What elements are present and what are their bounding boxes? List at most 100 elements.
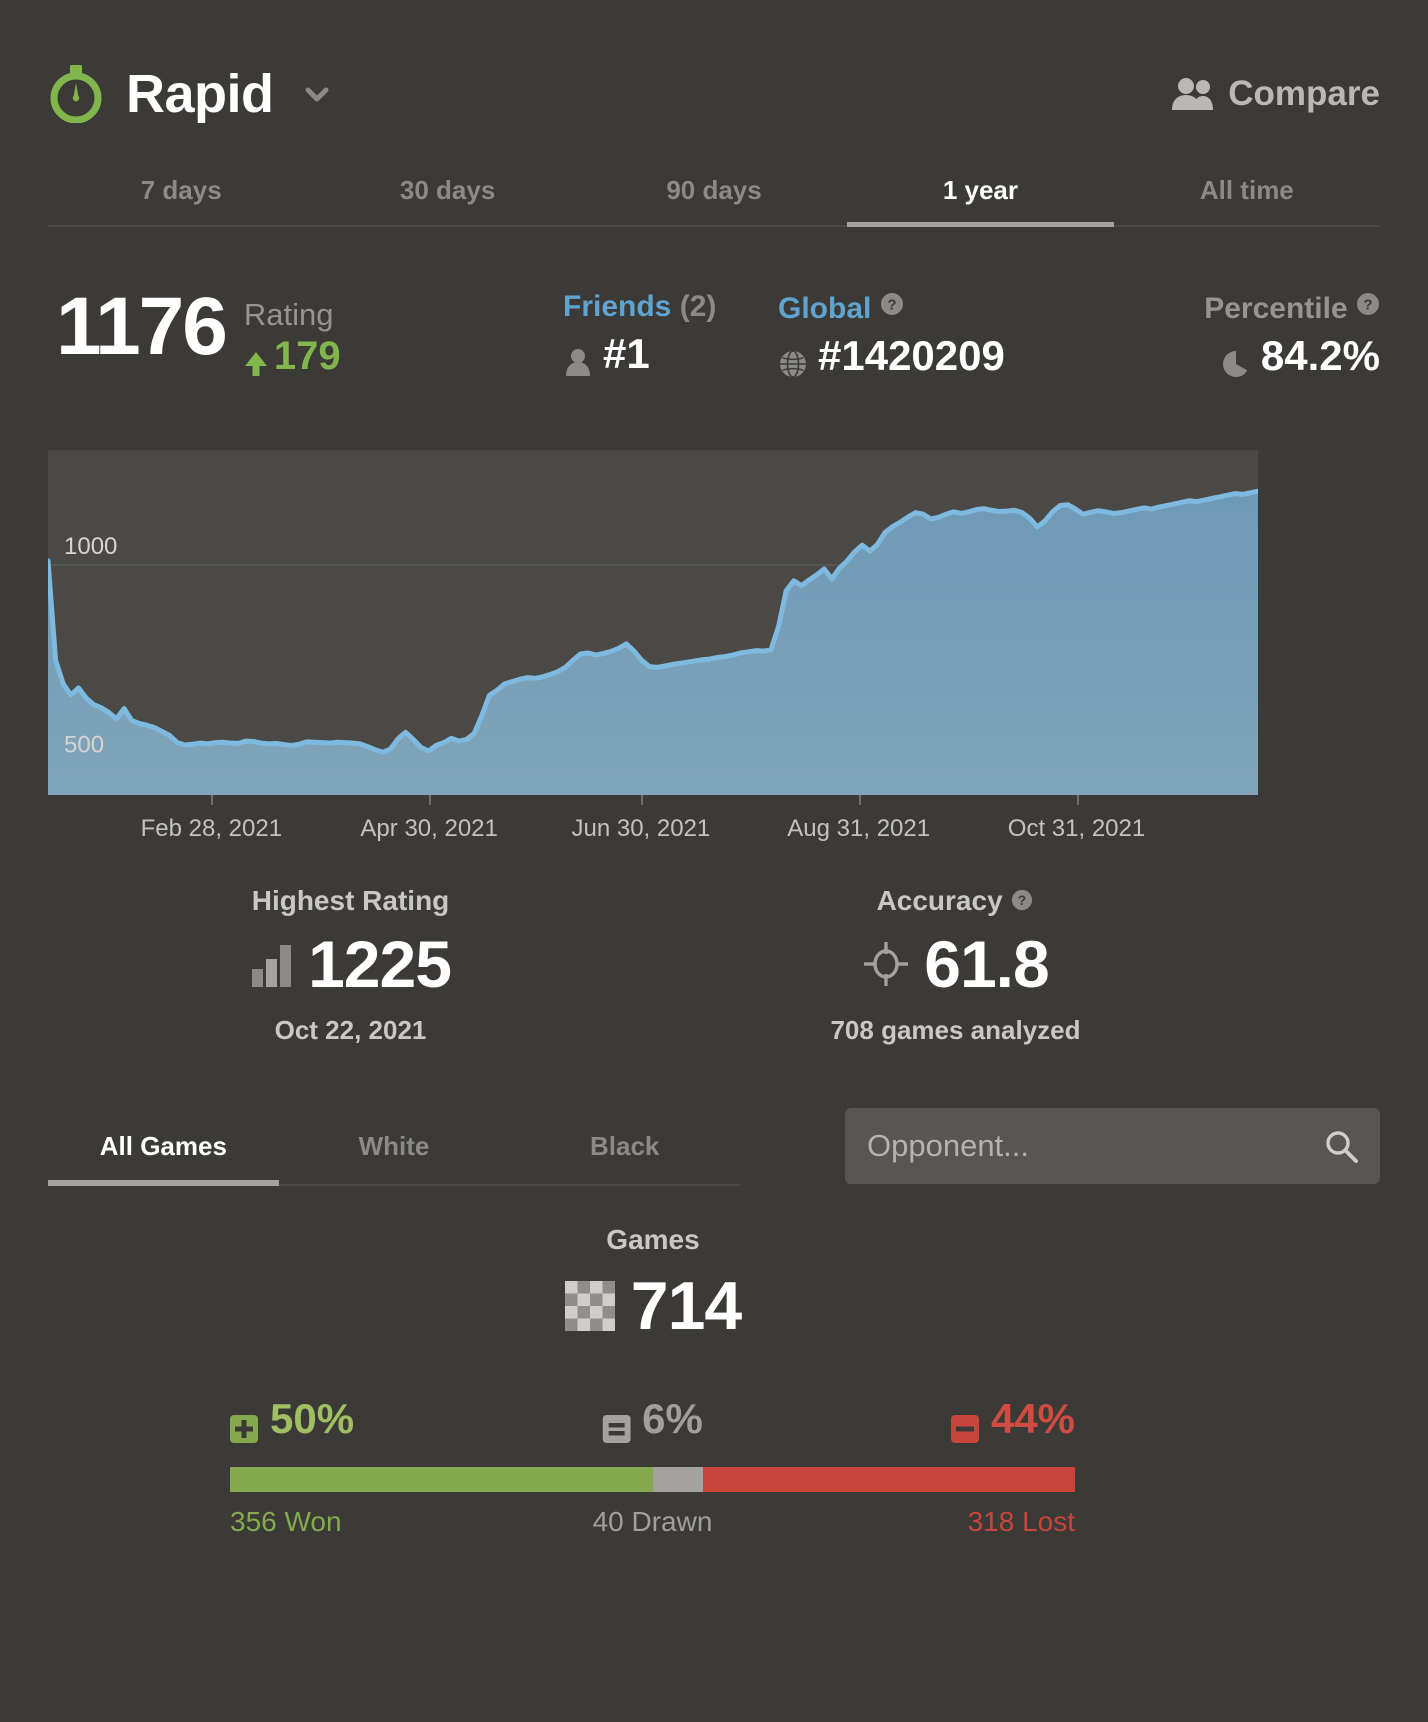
win-draw-loss-bar [230,1467,1075,1492]
x-axis-tick [858,795,861,805]
games-filter-bar: All Games White Black [48,1108,1380,1188]
compare-button[interactable]: Compare [1170,74,1380,114]
tab-30-days[interactable]: 30 days [314,155,580,225]
lost-count: 318 Lost [967,1506,1075,1537]
accuracy-label: Accuracy [876,885,1003,916]
plus-badge-icon [230,1405,258,1443]
loss-percent-row: 44% [950,1395,1075,1443]
chevron-down-icon[interactable] [302,79,332,109]
friends-count: (2) [679,290,717,323]
question-mark-icon[interactable]: ? [1010,886,1034,911]
svg-text:?: ? [1363,297,1372,314]
tab-90-days[interactable]: 90 days [581,155,847,225]
page-title: Rapid [126,64,274,124]
current-rating-value: 1176 [56,281,228,372]
time-range-tabs: 7 days 30 days 90 days 1 year All time [48,155,1380,227]
tab-label: 1 year [942,174,1019,205]
rating-delta: 179 [244,334,341,378]
x-axis-label: Jun 30, 2021 [571,815,711,842]
win-percent-row: 50% [230,1395,354,1443]
rating-summary: 1176 Rating 179 Friends (2) #1 Global ? … [48,281,1380,388]
won-count: 356 Won [230,1506,342,1537]
accuracy-games-analyzed: 708 games analyzed [830,1015,1081,1045]
bar-segment-draw [652,1467,704,1492]
accuracy-block: Accuracy ? 61.8 708 games analyzed [653,885,1258,1055]
percentile-block: Percentile ? 84.2% [1204,290,1380,380]
x-axis-label: Oct 31, 2021 [1007,815,1146,842]
question-mark-icon[interactable]: ? [880,290,904,315]
globe-icon [778,341,808,378]
tab-label: 90 days [666,174,762,205]
rating-history-chart[interactable]: 500 1000 [48,450,1258,795]
tab-label: 7 days [140,174,222,205]
stats-page: Rapid Compare 7 days 30 days 90 days 1 y… [0,0,1428,1722]
draw-percent-row: 6% [602,1395,703,1443]
percentile-value: 84.2% [1260,332,1380,379]
drawn-count: 40 Drawn [592,1506,713,1537]
color-tabs: All Games White Black [48,1108,740,1186]
accuracy-value: 61.8 [924,927,1049,1001]
secondary-stats: Highest Rating 1225 Oct 22, 2021 Accurac… [48,885,1258,1055]
global-rank-value-row: #1420209 [778,332,1005,380]
highest-rating-label: Highest Rating [251,885,450,916]
global-label: Global [778,292,872,325]
percentile-value-row: 84.2% [1204,332,1380,380]
games-block: Games 714 [48,1224,1258,1340]
x-axis-label: Apr 30, 2021 [360,815,498,842]
svg-text:?: ? [1018,893,1026,908]
x-axis-label: Feb 28, 2021 [140,815,283,842]
tab-7-days[interactable]: 7 days [48,155,314,225]
x-axis-label: Aug 31, 2021 [787,815,931,842]
tab-label: 30 days [399,174,496,205]
tab-white[interactable]: White [279,1108,510,1184]
tab-all-games[interactable]: All Games [48,1108,279,1186]
rating-delta-value: 179 [273,334,341,379]
tab-label: All time [1199,174,1294,205]
friends-rank-value: #1 [603,330,650,377]
equals-badge-icon [602,1405,631,1443]
target-icon [862,940,910,988]
friends-link[interactable]: Friends (2) [563,290,716,324]
x-axis-tick [1076,795,1079,805]
people-icon [1170,77,1214,111]
rating-chart-svg: 500 1000 [48,450,1258,795]
draw-percent: 6% [642,1395,703,1442]
percentile-label: Percentile [1204,292,1348,325]
tab-label: Black [589,1130,660,1161]
person-icon [563,339,593,376]
minus-badge-icon [950,1405,979,1443]
stopwatch-icon [48,65,104,124]
tab-label: All Games [99,1130,227,1161]
search-icon[interactable] [1324,1129,1358,1163]
compare-label: Compare [1228,74,1380,113]
svg-text:?: ? [887,297,896,314]
tab-all-time[interactable]: All time [1114,155,1380,225]
x-axis-tick [429,795,432,805]
opponent-search[interactable] [845,1108,1380,1184]
tab-label: White [358,1130,430,1161]
global-link[interactable]: Global ? [778,290,1005,326]
highest-rating-date: Oct 22, 2021 [274,1015,427,1045]
friends-label: Friends [563,290,672,323]
bar-segment-win [230,1467,653,1492]
games-count: 714 [630,1268,742,1344]
chessboard-icon [564,1281,615,1331]
tab-1-year[interactable]: 1 year [847,155,1115,227]
global-rank-value: #1420209 [818,332,1005,379]
rating-label: Rating [243,297,334,332]
friends-rank-value-row: #1 [563,330,716,378]
chart-x-axis: Feb 28, 2021 Apr 30, 2021 Jun 30, 2021 Aug … [48,795,1380,857]
loss-percent: 44% [990,1395,1075,1442]
highest-rating-block: Highest Rating 1225 Oct 22, 2021 [48,885,653,1055]
x-axis-tick [211,795,214,805]
search-input[interactable] [845,1128,1324,1164]
tab-black[interactable]: Black [509,1108,740,1184]
win-percent: 50% [270,1395,355,1442]
accuracy-label-row: Accuracy ? [653,885,1258,917]
bar-segment-loss [703,1467,1075,1492]
current-rating-block: 1176 Rating 179 [56,281,341,379]
question-mark-icon[interactable]: ? [1356,290,1380,315]
pie-clock-icon [1221,341,1251,377]
x-axis-tick [640,795,643,805]
percentile-label-row: Percentile ? [1204,290,1380,326]
